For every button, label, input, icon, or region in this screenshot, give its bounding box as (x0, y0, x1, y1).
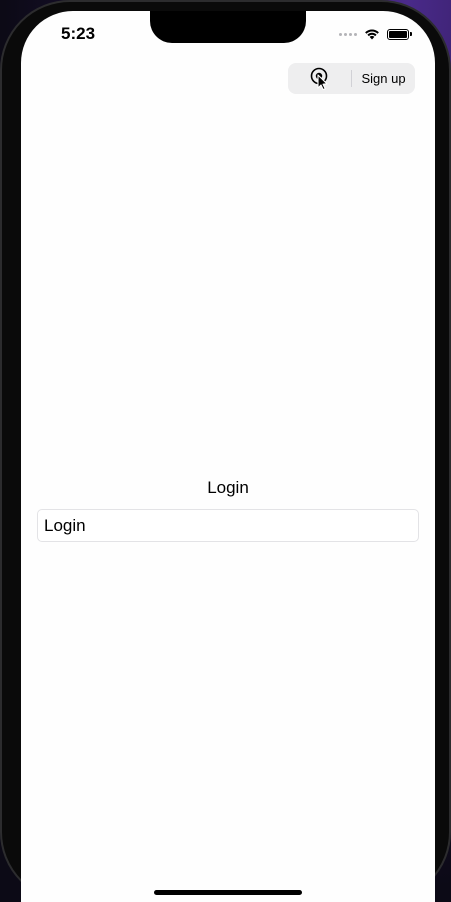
camera-notch (150, 11, 306, 43)
segment-login[interactable] (288, 63, 351, 94)
status-icons (339, 27, 412, 41)
home-indicator[interactable] (154, 890, 302, 895)
status-time: 5:23 (61, 24, 96, 43)
login-pointer-icon (310, 67, 328, 90)
mode-segmented-control[interactable]: Sign up (288, 63, 415, 94)
device-frame: 5:23 Sign up Login Login (0, 0, 451, 902)
page-title: Login (207, 478, 249, 497)
cellular-signal-icon (339, 32, 357, 36)
wifi-icon (365, 29, 379, 40)
login-input[interactable] (37, 509, 419, 542)
app-screen: 5:23 Sign up Login Login (21, 11, 435, 902)
segment-sign-up[interactable]: Sign up (352, 63, 415, 94)
battery-icon (387, 28, 412, 40)
